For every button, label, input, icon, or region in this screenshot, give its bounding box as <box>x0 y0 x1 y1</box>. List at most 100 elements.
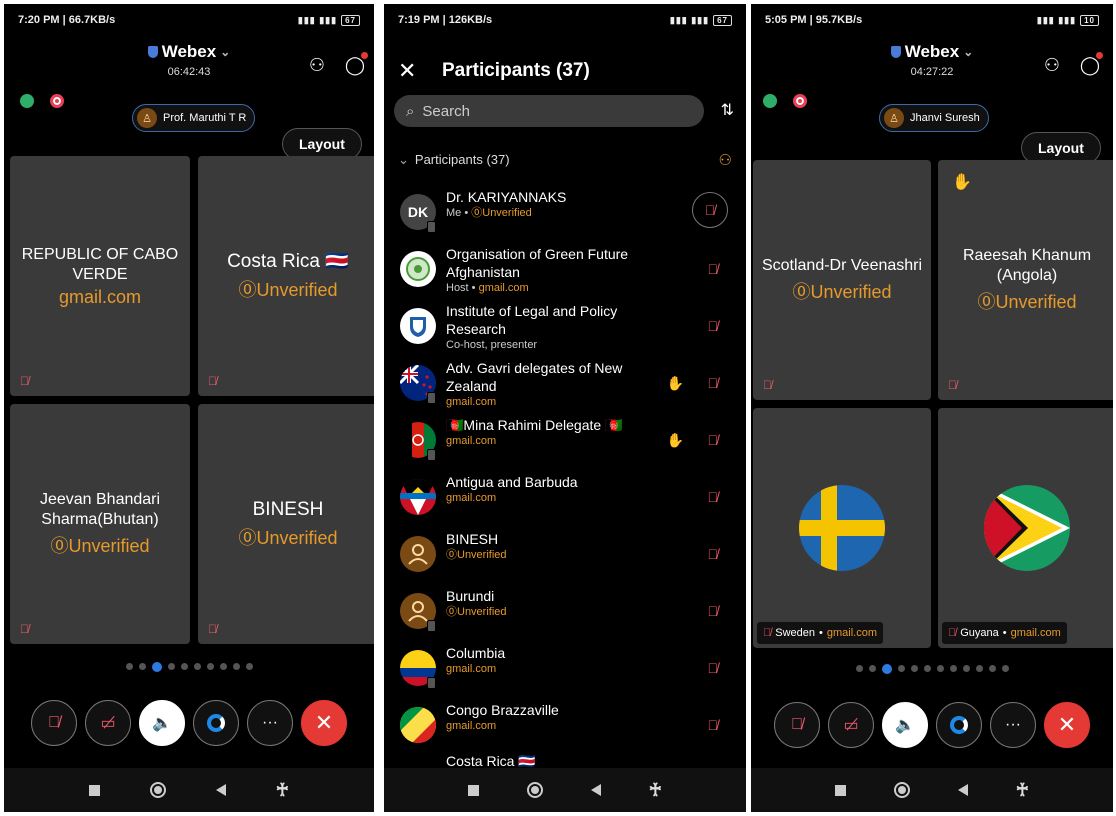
home-icon[interactable] <box>893 782 910 798</box>
video-tile[interactable]: Scotland-Dr Veenashri ⓪Unverified 🎙̸ <box>753 160 931 400</box>
participant-row[interactable]: Organisation of Green Future Afghanistan… <box>384 241 746 297</box>
android-nav-bar: ♰ <box>751 768 1113 812</box>
page-dot[interactable] <box>1001 665 1009 672</box>
mobile-device-icon <box>427 620 436 632</box>
home-icon[interactable] <box>526 782 543 798</box>
tile-name: BINESH <box>252 499 324 521</box>
participant-row[interactable]: Columbia gmail.com 🎙̸ <box>384 640 746 696</box>
mute-button[interactable]: 🎙̸ <box>31 700 77 746</box>
accessibility-icon[interactable]: ♰ <box>276 780 289 801</box>
page-dot[interactable] <box>125 663 133 670</box>
participant-row[interactable]: Burundi ⓪Unverified 🎙̸ <box>384 583 746 639</box>
recording-icon[interactable] <box>793 94 807 108</box>
video-button[interactable]: ▭̸ <box>828 702 874 748</box>
accessibility-icon[interactable]: ♰ <box>1016 780 1029 801</box>
back-icon[interactable] <box>590 784 601 796</box>
page-dot[interactable] <box>936 665 944 672</box>
page-dot[interactable] <box>206 663 214 670</box>
participants-icon[interactable]: ⚇ <box>1039 52 1065 78</box>
network-quality-icon[interactable] <box>20 94 34 108</box>
muted-mic-icon[interactable]: 🎙̸ <box>708 261 719 277</box>
share-button[interactable] <box>193 700 239 746</box>
recording-icon[interactable] <box>50 94 64 108</box>
video-tile[interactable]: REPUBLIC OF CABO VERDE gmail.com 🎙̸ <box>10 156 190 396</box>
participant-name: Dr. KARIYANNAKS <box>446 189 567 205</box>
close-icon[interactable]: ✕ <box>398 58 422 84</box>
participant-subtitle: ⓪Unverified <box>446 549 507 561</box>
page-dot[interactable] <box>975 665 983 672</box>
participants-icon[interactable]: ⚇ <box>304 52 330 78</box>
chat-icon[interactable]: ◯ <box>342 52 368 78</box>
search-input[interactable]: ⌕ Search <box>394 95 704 127</box>
audio-button[interactable]: 🔈 <box>882 702 928 748</box>
page-dot[interactable] <box>245 663 253 670</box>
video-button[interactable]: ▭̸ <box>85 700 131 746</box>
page-dot[interactable] <box>151 662 162 672</box>
page-dot[interactable] <box>897 665 905 672</box>
recents-icon[interactable] <box>88 784 100 796</box>
muted-mic-icon[interactable]: 🎙̸ <box>708 660 719 676</box>
home-icon[interactable] <box>149 782 166 798</box>
page-dot[interactable] <box>232 663 240 670</box>
participant-row[interactable]: Institute of Legal and Policy Research Co… <box>384 298 746 354</box>
video-tile[interactable]: BINESH ⓪Unverified 🎙̸ <box>198 404 374 644</box>
muted-mic-icon[interactable]: 🎙̸ <box>708 432 719 448</box>
meeting-title[interactable]: Webex ⌄ <box>890 42 973 62</box>
page-dot[interactable] <box>855 665 863 672</box>
call-controls: 🎙̸ ▭̸ 🔈 ··· ✕ <box>751 702 1113 748</box>
page-dot[interactable] <box>868 665 876 672</box>
accessibility-icon[interactable]: ♰ <box>649 780 662 801</box>
end-call-button[interactable]: ✕ <box>1044 702 1090 748</box>
end-call-button[interactable]: ✕ <box>301 700 347 746</box>
recents-icon[interactable] <box>834 784 846 796</box>
back-icon[interactable] <box>957 784 968 796</box>
meeting-grid-screen-2: 5:05 PM | 95.7KB/s ▮▮▮ ▮▮▮ 10 Webex ⌄ 04:2… <box>751 4 1113 812</box>
more-button[interactable]: ··· <box>990 702 1036 748</box>
page-dot[interactable] <box>180 663 188 670</box>
page-dot[interactable] <box>949 665 957 672</box>
muted-mic-icon[interactable]: 🎙̸ <box>708 318 719 334</box>
participant-row[interactable]: Congo Brazzaville gmail.com 🎙̸ <box>384 697 746 753</box>
muted-mic-icon[interactable]: 🎙̸ <box>708 375 719 391</box>
page-dot[interactable] <box>193 663 201 670</box>
participant-row[interactable]: 🇦🇫Mina Rahimi Delegate 🇦🇫 gmail.com ✋ 🎙̸ <box>384 412 746 468</box>
video-tile[interactable]: ✋ Raeesah Khanum (Angola) ⓪Unverified 🎙̸ <box>938 160 1113 400</box>
page-dot[interactable] <box>138 663 146 670</box>
back-icon[interactable] <box>215 784 226 796</box>
participant-row[interactable]: Adv. Gavri delegates of New Zealand gmail… <box>384 355 746 411</box>
video-tile[interactable]: Costa Rica 🇨🇷 ⓪Unverified 🎙̸ <box>198 156 374 396</box>
video-tile[interactable]: Jeevan Bhandari Sharma(Bhutan) ⓪Unverifi… <box>10 404 190 644</box>
participants-section-header[interactable]: ⌄ Participants (37) ⚇ <box>398 151 732 169</box>
page-dot[interactable] <box>910 665 918 672</box>
share-button[interactable] <box>936 702 982 748</box>
page-dot[interactable] <box>881 664 892 674</box>
muted-mic-icon[interactable]: 🎙̸ <box>708 717 719 733</box>
page-indicator[interactable] <box>4 662 374 672</box>
page-dot[interactable] <box>923 665 931 672</box>
video-tile[interactable]: 🎙̸ Sweden • gmail.com <box>753 408 931 648</box>
lock-participants-icon[interactable]: ⚇ <box>719 151 732 169</box>
participant-row[interactable]: BINESH ⓪Unverified 🎙̸ <box>384 526 746 582</box>
meeting-title[interactable]: Webex ⌄ <box>147 42 230 62</box>
recents-icon[interactable] <box>467 784 479 796</box>
mute-button[interactable]: 🎙̸ <box>774 702 820 748</box>
audio-button[interactable]: 🔈 <box>139 700 185 746</box>
page-dot[interactable] <box>962 665 970 672</box>
muted-mic-icon[interactable]: 🎙̸ <box>708 546 719 562</box>
muted-mic-icon[interactable]: 🎙̸ <box>692 192 728 228</box>
status-time: 5:05 PM | 95.7KB/s <box>765 14 863 26</box>
signal-icons: ▮▮▮ ▮▮▮ 10 <box>1037 14 1099 26</box>
participant-row[interactable]: DK Dr. KARIYANNAKS Me • ⓪Unverified 🎙̸ <box>384 184 746 240</box>
participant-row[interactable]: Antigua and Barbuda gmail.com 🎙̸ <box>384 469 746 525</box>
sort-icon[interactable]: ⇅ <box>721 100 734 120</box>
page-dot[interactable] <box>167 663 175 670</box>
network-quality-icon[interactable] <box>763 94 777 108</box>
chat-icon[interactable]: ◯ <box>1077 52 1103 78</box>
more-button[interactable]: ··· <box>247 700 293 746</box>
video-tile[interactable]: 🎙̸ Guyana • gmail.com <box>938 408 1113 648</box>
page-indicator[interactable] <box>751 664 1113 674</box>
muted-mic-icon[interactable]: 🎙̸ <box>708 489 719 505</box>
muted-mic-icon[interactable]: 🎙̸ <box>708 603 719 619</box>
page-dot[interactable] <box>988 665 996 672</box>
page-dot[interactable] <box>219 663 227 670</box>
